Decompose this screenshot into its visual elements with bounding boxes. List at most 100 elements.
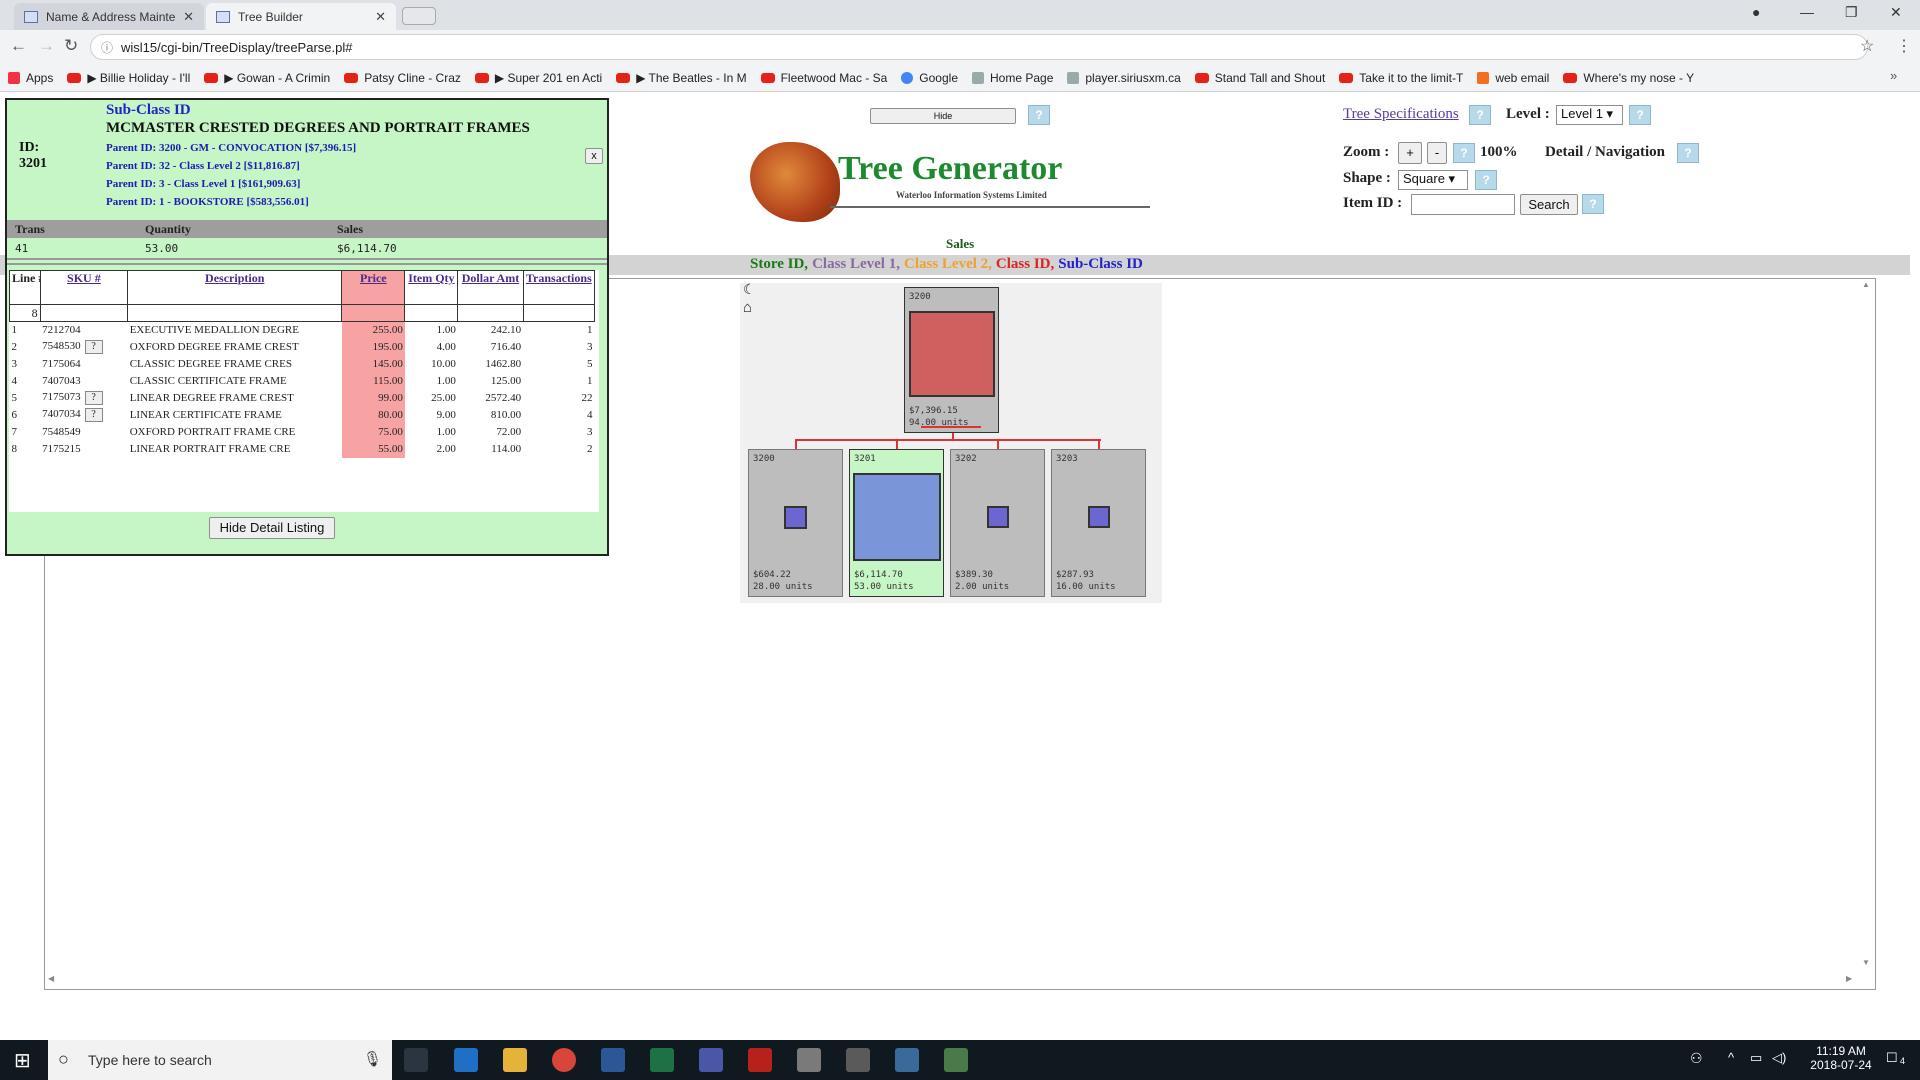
clock[interactable]: 11:19 AM 2018-07-24	[1806, 1044, 1876, 1072]
notification-icon[interactable]: ☐	[1886, 1050, 1898, 1066]
table-row[interactable]: 3 7175064 CLASSIC DEGREE FRAME CRES 145.00 1…	[10, 355, 595, 373]
taskbar-search[interactable]: Type here to search	[48, 1040, 392, 1080]
table-row[interactable]: 4 7407043 CLASSIC CERTIFICATE FRAME 115.00 1…	[10, 372, 595, 390]
back-icon[interactable]: ←	[10, 36, 27, 56]
hide-help-button[interactable]: ?	[1028, 105, 1050, 125]
file-explorer-icon[interactable]	[503, 1048, 527, 1072]
table-row[interactable]: 5 7175073? LINEAR DEGREE FRAME CREST 99.00 2…	[10, 389, 595, 407]
level-select[interactable]: Level 1 ▾	[1556, 105, 1623, 125]
shield-icon[interactable]	[944, 1048, 968, 1072]
minimize-icon[interactable]: —	[1800, 4, 1814, 20]
bookmark-item[interactable]: Patsy Cline - Craz	[344, 71, 461, 85]
reload-icon[interactable]: ↻	[64, 36, 78, 56]
search-button[interactable]: Search	[1520, 194, 1578, 215]
shape-help-button[interactable]: ?	[1475, 170, 1497, 190]
new-tab-button[interactable]	[402, 7, 436, 25]
tray-chevron-icon[interactable]: ^	[1728, 1050, 1734, 1065]
level-help-button[interactable]: ?	[1629, 105, 1651, 125]
close-tab-icon[interactable]: ✕	[183, 9, 194, 25]
sku-help-button[interactable]: ?	[84, 391, 103, 405]
col-description[interactable]: Description	[127, 270, 343, 305]
detail-help-button[interactable]: ?	[1677, 143, 1699, 163]
bookmark-item[interactable]: Fleetwood Mac - Sa	[760, 71, 887, 85]
bookmark-item[interactable]: ▶ The Beatles - In M	[616, 71, 747, 85]
bookmark-item[interactable]: ▶ Super 201 en Acti	[474, 71, 602, 85]
app-icon[interactable]	[699, 1048, 723, 1072]
bookmark-item[interactable]: Google	[901, 71, 958, 85]
scroll-right-icon[interactable]: ▶	[1846, 974, 1852, 983]
col-item-qty[interactable]: Item Qty	[404, 270, 459, 305]
bookmark-item[interactable]: web email	[1477, 71, 1549, 85]
app-horse-icon[interactable]	[895, 1048, 919, 1072]
hide-detail-button[interactable]: Hide Detail Listing	[209, 517, 335, 539]
hide-button[interactable]: Hide	[870, 108, 1016, 124]
tree-node[interactable]: 3200 $7,396.15 94.00 units	[904, 287, 999, 433]
parent-item[interactable]: Parent ID: 3 - Class Level 1 [$161,909.6…	[106, 178, 356, 196]
profile-icon[interactable]: ●	[1752, 4, 1760, 20]
filezilla-icon[interactable]	[748, 1048, 772, 1072]
parent-item[interactable]: Parent ID: 32 - Class Level 2 [$11,816.8…	[106, 160, 356, 178]
calculator-icon[interactable]	[846, 1048, 870, 1072]
table-row[interactable]: 1 7212704 EXECUTIVE MEDALLION DEGRE 255.00 1…	[10, 321, 595, 339]
table-row[interactable]: 6 7407034? LINEAR CERTIFICATE FRAME 80.00 9.…	[10, 406, 595, 424]
shape-select[interactable]: Square ▾	[1398, 170, 1468, 190]
tab-name-address[interactable]: Name & Address Mainte ✕	[14, 3, 204, 30]
bookmark-star-icon[interactable]: ☆	[1860, 36, 1874, 56]
table-row[interactable]: 2 7548530? OXFORD DEGREE FRAME CREST 195.00…	[10, 338, 595, 356]
windows-start-icon[interactable]: ⊞	[14, 1048, 31, 1073]
close-tab-icon[interactable]: ✕	[375, 9, 386, 25]
scroll-left-icon[interactable]: ◀	[48, 974, 54, 983]
col-dollar-amt[interactable]: Dollar Amt	[457, 270, 524, 305]
window-icon[interactable]	[797, 1048, 821, 1072]
task-view-icon[interactable]	[404, 1048, 428, 1072]
people-icon[interactable]: ⚇	[1690, 1050, 1703, 1067]
tree-node[interactable]: 3203 $287.93 16.00 units	[1051, 449, 1146, 597]
network-icon[interactable]: ▭	[1750, 1050, 1762, 1066]
chrome-icon[interactable]	[552, 1048, 576, 1072]
info-icon[interactable]: ⓘ	[101, 39, 113, 56]
parent-item[interactable]: Parent ID: 1 - BOOKSTORE [$583,556.01]	[106, 196, 356, 214]
tree-node[interactable]: 3202 $389.30 2.00 units	[950, 449, 1045, 597]
more-bookmarks-icon[interactable]: »	[1890, 68, 1897, 83]
search-help-button[interactable]: ?	[1582, 194, 1604, 214]
bookmark-item[interactable]: Home Page	[972, 71, 1053, 85]
moon-icon[interactable]: ☾	[743, 281, 756, 298]
close-detail-button[interactable]: x	[585, 148, 603, 164]
col-sku[interactable]: SKU #	[39, 270, 129, 305]
scroll-up-icon[interactable]: ▲	[1862, 280, 1870, 289]
bookmark-item[interactable]: Apps	[8, 71, 53, 85]
home-icon[interactable]: ⌂	[743, 299, 752, 316]
sku-help-button[interactable]: ?	[84, 340, 103, 354]
table-row[interactable]: 8 7175215 LINEAR PORTRAIT FRAME CRE 55.00 2.…	[10, 440, 595, 458]
col-transactions[interactable]: Transactions	[522, 270, 596, 305]
excel-icon[interactable]	[650, 1048, 674, 1072]
forward-icon[interactable]: →	[38, 36, 55, 56]
bookmark-item[interactable]: Take it to the limit-T	[1339, 71, 1463, 85]
tree-node[interactable]: 3201 $6,114.70 53.00 units	[849, 449, 944, 597]
col-price[interactable]: Price	[341, 270, 406, 305]
tab-tree-builder[interactable]: Tree Builder ✕	[206, 3, 396, 30]
tree-node[interactable]: 3200 $604.22 28.00 units	[748, 449, 843, 597]
bookmark-item[interactable]: ▶ Billie Holiday - I'll	[67, 71, 190, 85]
bookmark-item[interactable]: ▶ Gowan - A Crimin	[204, 71, 330, 85]
restore-icon[interactable]: ❐	[1845, 4, 1858, 21]
volume-icon[interactable]: ◁)	[1772, 1050, 1786, 1066]
bookmark-item[interactable]: Stand Tall and Shout	[1194, 71, 1325, 85]
bookmark-item[interactable]: Where's my nose - Y	[1563, 71, 1694, 85]
address-bar[interactable]: ⓘ wisl15/cgi-bin/TreeDisplay/treeParse.p…	[90, 34, 1868, 60]
scroll-down-icon[interactable]: ▼	[1862, 958, 1870, 967]
tree-specifications-link[interactable]: Tree Specifications	[1343, 106, 1459, 123]
close-window-icon[interactable]: ✕	[1890, 4, 1902, 21]
microphone-icon[interactable]: 🎙	[363, 1050, 382, 1068]
zoom-in-button[interactable]: +	[1398, 142, 1422, 164]
sku-help-button[interactable]: ?	[84, 408, 103, 422]
bookmark-item[interactable]: player.siriusxm.ca	[1067, 71, 1181, 85]
table-row[interactable]: 7 7548549 OXFORD PORTRAIT FRAME CRE 75.00 1.…	[10, 423, 595, 441]
word-icon[interactable]	[601, 1048, 625, 1072]
edge-icon[interactable]	[454, 1048, 478, 1072]
navigation-arrow-icon[interactable]	[921, 426, 981, 428]
parent-item[interactable]: Parent ID: 3200 - GM - CONVOCATION [$7,3…	[106, 142, 356, 160]
menu-icon[interactable]: ⋮	[1896, 36, 1912, 56]
zoom-out-button[interactable]: -	[1427, 142, 1447, 164]
zoom-help-button[interactable]: ?	[1453, 143, 1475, 163]
